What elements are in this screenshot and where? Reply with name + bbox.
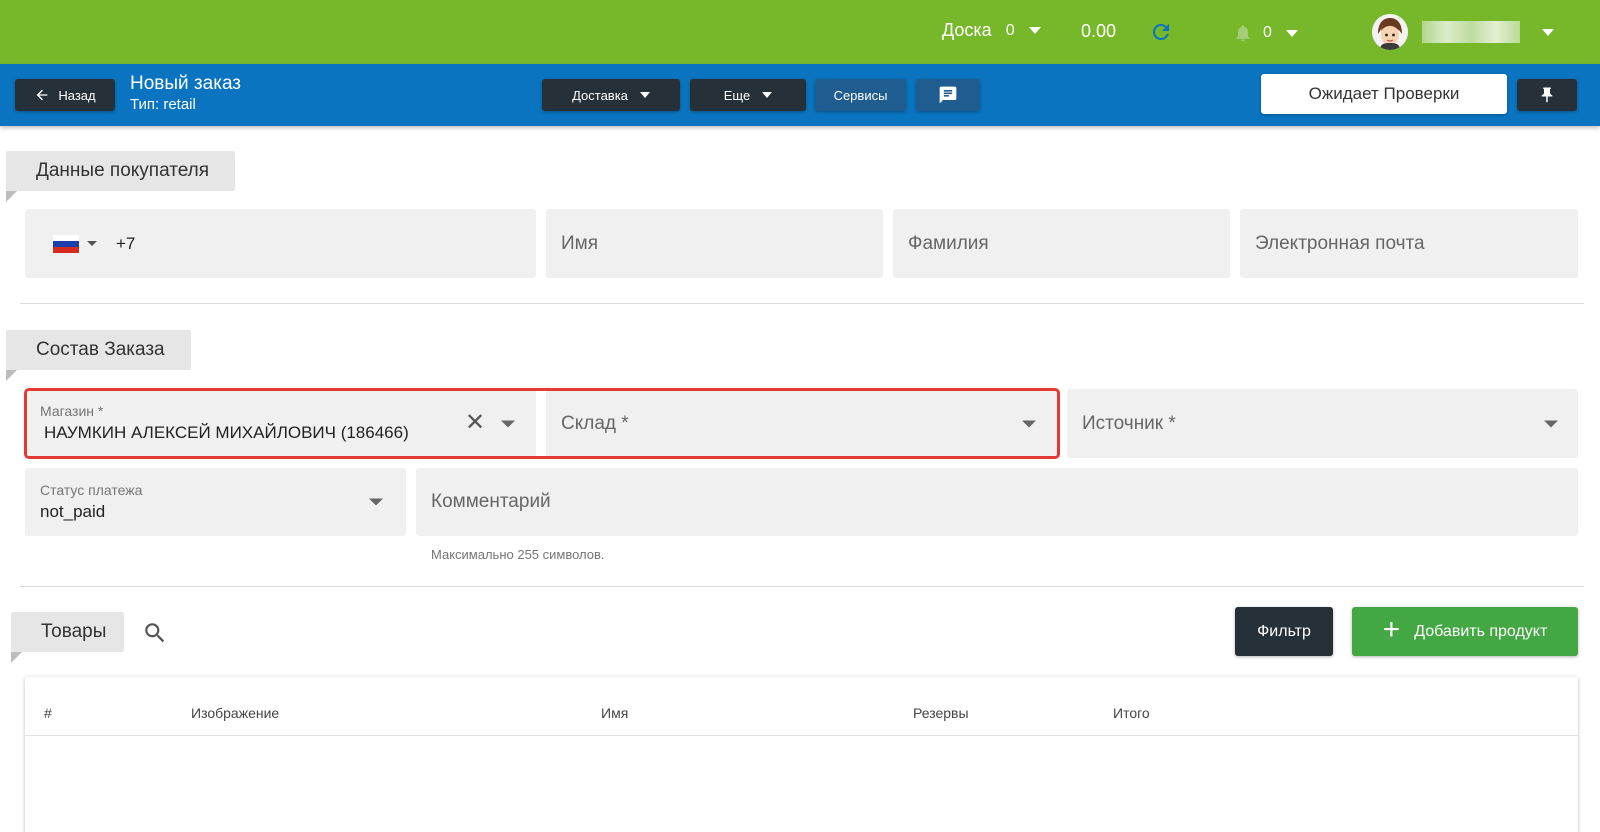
filter-button[interactable]: Фильтр	[1235, 607, 1333, 656]
notifications-menu[interactable]: 0	[1233, 21, 1298, 45]
bell-icon	[1236, 25, 1250, 42]
chevron-down-icon	[762, 92, 773, 98]
column-header[interactable]: Итого	[1113, 705, 1150, 721]
chevron-down-icon[interactable]	[369, 498, 383, 506]
source-placeholder: Источник *	[1082, 412, 1176, 434]
column-header[interactable]: Имя	[601, 705, 628, 721]
divider	[20, 586, 1584, 587]
notifications-count: 0	[1263, 24, 1272, 41]
header-bar: Назад Новый заказ Тип: retail Доставка Е…	[0, 64, 1600, 126]
source-select[interactable]: Источник *	[1067, 389, 1578, 458]
pin-button[interactable]	[1517, 79, 1577, 111]
comment-field[interactable]: Комментарий	[416, 468, 1578, 536]
payment-status-value: not_paid	[40, 502, 106, 521]
chevron-down-icon[interactable]	[1544, 420, 1558, 427]
column-header[interactable]: #	[44, 705, 52, 721]
balance[interactable]: 0.00	[1081, 21, 1116, 42]
column-header[interactable]: Резервы	[913, 705, 969, 721]
phone-field[interactable]: +7	[25, 209, 536, 278]
board-count: 0	[1005, 21, 1015, 39]
name-field[interactable]: Имя	[546, 209, 883, 278]
add-product-label: Добавить продукт	[1414, 622, 1548, 640]
payment-status-label: Статус платежа	[40, 482, 143, 498]
add-product-button[interactable]: + Добавить продукт	[1352, 607, 1578, 656]
top-bar: Доска 0 0.00 0	[0, 0, 1600, 64]
board-label: Доска	[942, 20, 992, 40]
user-name-blurred	[1422, 21, 1520, 43]
email-field[interactable]: Электронная почта	[1240, 209, 1578, 278]
services-button[interactable]: Сервисы	[815, 79, 906, 111]
divider	[25, 735, 1578, 736]
section-goods-tag: Товары	[11, 612, 125, 663]
status-button[interactable]: Ожидает Проверки	[1261, 74, 1507, 114]
page-subtitle: Тип: retail	[130, 96, 196, 113]
delivery-button[interactable]: Доставка	[542, 79, 680, 111]
pin-icon	[1541, 87, 1553, 103]
board-menu[interactable]: Доска 0	[942, 20, 1041, 41]
chevron-down-icon[interactable]	[87, 241, 97, 246]
chevron-down-icon	[1542, 28, 1554, 36]
russia-flag-icon[interactable]	[53, 235, 79, 253]
plus-icon: +	[1382, 613, 1401, 646]
section-customer-tag: Данные покупателя	[6, 151, 236, 202]
arrow-left-icon	[37, 89, 48, 101]
comment-placeholder: Комментарий	[431, 491, 551, 512]
chevron-down-icon	[1028, 27, 1041, 34]
back-button[interactable]: Назад	[15, 79, 115, 111]
user-menu[interactable]	[1372, 14, 1554, 50]
avatar	[1372, 14, 1408, 50]
refresh-icon[interactable]	[1149, 20, 1173, 44]
surname-field[interactable]: Фамилия	[893, 209, 1230, 278]
search-icon[interactable]	[142, 620, 168, 646]
payment-status-select[interactable]: Статус платежа not_paid	[25, 468, 406, 536]
back-label: Назад	[58, 87, 96, 103]
chevron-down-icon	[1285, 29, 1298, 37]
page-title-block: Новый заказ Тип: retail	[130, 73, 241, 113]
section-order-tag: Состав Заказа	[6, 330, 191, 381]
surname-placeholder: Фамилия	[908, 232, 989, 254]
divider	[20, 303, 1584, 304]
page-title: Новый заказ	[130, 73, 242, 94]
column-header[interactable]: Изображение	[191, 705, 279, 721]
name-placeholder: Имя	[561, 232, 599, 254]
chat-button[interactable]	[916, 79, 980, 111]
more-label: Еще	[723, 87, 751, 103]
comment-icon	[939, 86, 957, 104]
chevron-down-icon	[639, 92, 650, 98]
comment-hint: Максимально 255 символов.	[431, 547, 605, 562]
more-button[interactable]: Еще	[690, 79, 806, 111]
phone-code[interactable]: +7	[116, 234, 135, 254]
products-table: # Изображение Имя Резервы Итого	[25, 677, 1578, 832]
email-placeholder: Электронная почта	[1255, 232, 1425, 254]
highlight-box	[24, 388, 1060, 459]
delivery-label: Доставка	[572, 87, 628, 103]
